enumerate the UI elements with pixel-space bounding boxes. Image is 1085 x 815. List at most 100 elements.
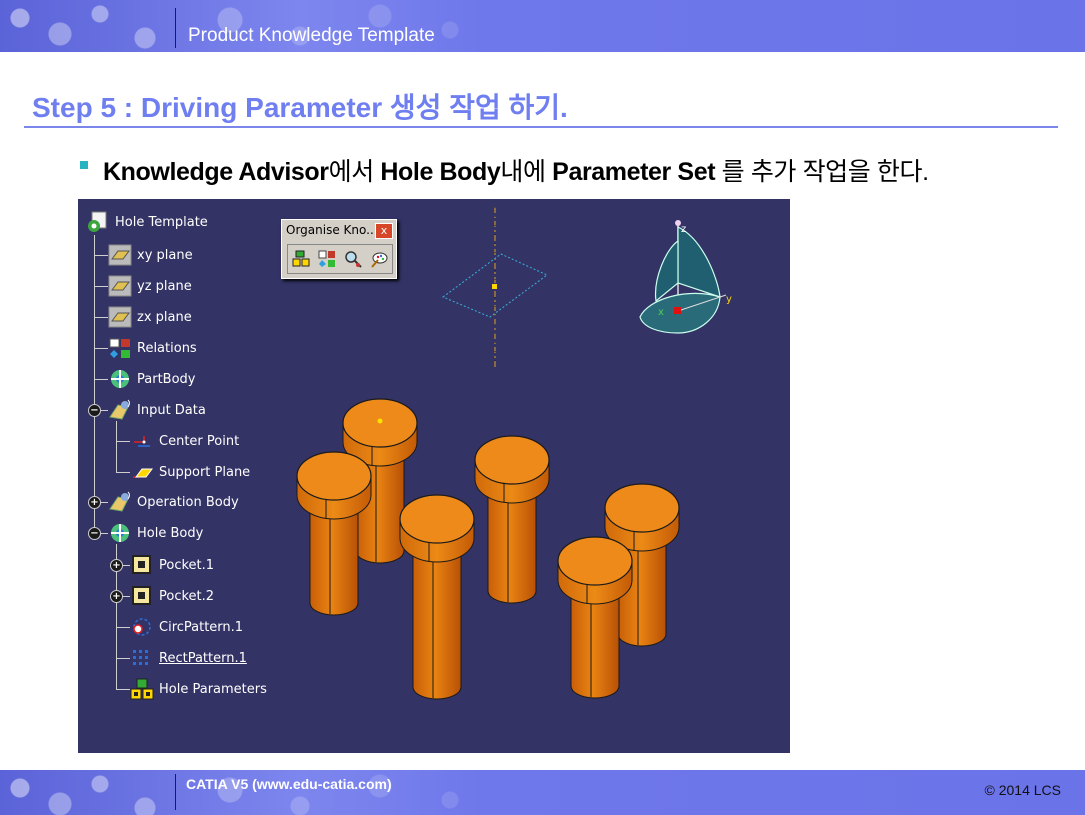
tree-label-input-data: Input Data (137, 402, 206, 418)
footer-band: CATIA V5 (www.edu-catia.com) © 2014 LCS (0, 770, 1085, 815)
tree-item-xy-plane[interactable]: xy plane (108, 244, 193, 266)
tree-item-hole-body[interactable]: Hole Body (108, 522, 203, 544)
tree-item-root[interactable]: Hole Template (86, 211, 208, 233)
hole-cylinder[interactable] (474, 435, 550, 604)
bullet-bold-1: Knowledge Advisor (103, 158, 329, 186)
tree-item-hole-parameters[interactable]: Hole Parameters (130, 678, 267, 700)
tree-label-relations: Relations (137, 340, 197, 356)
footer-copyright: © 2014 LCS (984, 782, 1061, 798)
tree-connector (94, 379, 108, 380)
tree-connector (94, 255, 108, 256)
heading-rule (24, 126, 1058, 128)
bullet-text-1: 에서 (328, 158, 381, 186)
slide-heading: Step 5 : Driving Parameter 생성 작업 하기. (32, 92, 568, 123)
expander-operation-body[interactable]: + (88, 496, 101, 509)
tree-connector (116, 658, 130, 659)
tree-line-input (116, 421, 117, 473)
toolbar-buttons (287, 244, 393, 274)
tree-label-partbody: PartBody (137, 371, 196, 387)
circ-pattern-icon (130, 616, 154, 638)
compass-y-label: y (726, 294, 732, 305)
catia-viewport[interactable]: z y x − + − + + Hole Template xy plane y… (78, 199, 790, 753)
tree-item-pocket-2[interactable]: Pocket.2 (130, 585, 214, 607)
tree-item-rectpattern[interactable]: RectPattern.1 (130, 647, 247, 669)
rect-pattern-icon (130, 647, 154, 669)
tree-label-root: Hole Template (115, 214, 208, 230)
tree-item-center-point[interactable]: Center Point (130, 430, 239, 452)
hole-cylinders[interactable] (296, 398, 680, 700)
plane-icon (108, 244, 132, 266)
hole-cylinder[interactable] (399, 494, 475, 700)
tree-label-operation-body: Operation Body (137, 494, 239, 510)
tree-label-hole-body: Hole Body (137, 525, 204, 541)
expander-pocket-2[interactable]: + (110, 590, 123, 603)
expander-pocket-1[interactable]: + (110, 559, 123, 572)
partbody-icon (108, 368, 132, 390)
geometric-set-icon (108, 399, 132, 421)
tree-label-pocket-1: Pocket.1 (159, 557, 215, 573)
center-point-marker (377, 418, 383, 424)
bullet-marker (80, 161, 88, 169)
tree-label-circpattern: CircPattern.1 (159, 619, 244, 635)
tree-item-yz-plane[interactable]: yz plane (108, 275, 192, 297)
tree-label-zx-plane: zx plane (137, 309, 192, 325)
tree-item-support-plane[interactable]: Support Plane (130, 461, 250, 483)
compass[interactable]: z y x (639, 220, 732, 334)
tree-item-zx-plane[interactable]: zx plane (108, 306, 192, 328)
close-icon[interactable]: x (375, 223, 393, 239)
tree-connector (116, 441, 130, 442)
plane-center-point (492, 284, 497, 289)
compass-z-label: z (681, 224, 686, 235)
toolbar-title: Organise Kno... (286, 223, 378, 237)
tree-item-circpattern[interactable]: CircPattern.1 (130, 616, 243, 638)
parameter-set-icon (130, 678, 154, 700)
compass-x-label: x (658, 307, 664, 318)
tree-label-support-plane: Support Plane (159, 464, 251, 480)
knowledge-inspector-icon[interactable] (344, 250, 362, 268)
tree-item-pocket-1[interactable]: Pocket.1 (130, 554, 214, 576)
point-icon (130, 430, 154, 452)
paint-palette-icon[interactable] (370, 250, 388, 268)
header-divider (175, 8, 176, 48)
tree-label-yz-plane: yz plane (137, 278, 192, 294)
expander-input-data[interactable]: − (88, 404, 101, 417)
bullet-text-2: 내에 (500, 158, 553, 186)
tree-connector (94, 317, 108, 318)
part-icon (86, 211, 110, 233)
header-title: Product Knowledge Template (188, 25, 435, 46)
tree-item-partbody[interactable]: PartBody (108, 368, 195, 390)
parameter-explorer-icon[interactable] (292, 250, 310, 268)
expander-hole-body[interactable]: − (88, 527, 101, 540)
tree-label-rectpattern: RectPattern.1 (159, 650, 247, 666)
tree-connector (116, 627, 130, 628)
tree-label-pocket-2: Pocket.2 (159, 588, 215, 604)
geometric-set-icon (108, 491, 132, 513)
tree-item-relations[interactable]: Relations (108, 337, 197, 359)
organise-knowledge-toolbar[interactable]: Organise Kno... x (281, 219, 397, 279)
body-icon (108, 522, 132, 544)
tree-connector (94, 286, 108, 287)
plane-feature-icon (130, 461, 154, 483)
tree-line-main (94, 235, 95, 535)
tree-item-operation-body[interactable]: Operation Body (108, 491, 239, 513)
tree-label-xy-plane: xy plane (137, 247, 193, 263)
bullet-bold-3: Parameter Set (552, 158, 716, 186)
pocket-icon (130, 585, 154, 607)
pocket-icon (130, 554, 154, 576)
tree-connector (116, 472, 130, 473)
tree-item-input-data[interactable]: Input Data (108, 399, 206, 421)
bullet-text-3: 를 추가 작업을 한다. (715, 158, 929, 186)
tree-connector (94, 348, 108, 349)
specification-tree[interactable]: − + − + + Hole Template xy plane yz plan… (78, 199, 338, 753)
plane-icon (108, 275, 132, 297)
tree-label-hole-parameters: Hole Parameters (159, 681, 267, 697)
footer-divider (175, 774, 176, 810)
tree-connector (116, 689, 130, 690)
header-band: Product Knowledge Template (0, 0, 1085, 52)
formula-icon[interactable] (318, 250, 336, 268)
relations-icon (108, 337, 132, 359)
tree-label-center-point: Center Point (159, 433, 240, 449)
bullet-text: Knowledge Advisor에서 Hole Body내에 Paramete… (103, 152, 929, 188)
bullet-bold-2: Hole Body (380, 158, 501, 186)
plane-icon (108, 306, 132, 328)
